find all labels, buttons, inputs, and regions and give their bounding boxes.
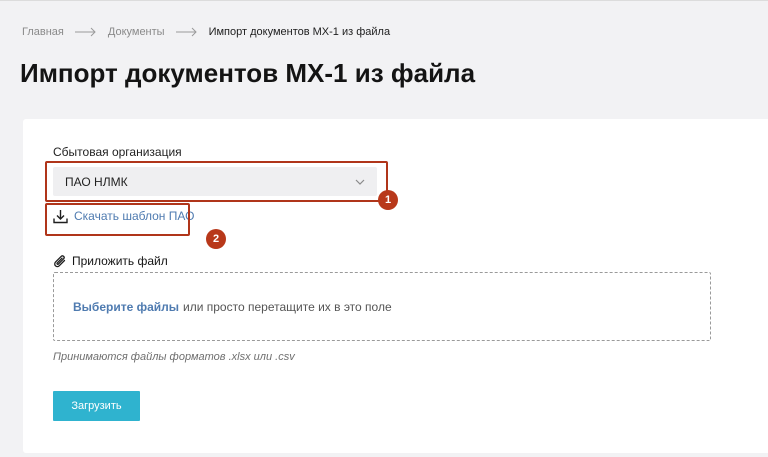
download-template-label: Скачать шаблон ПАО xyxy=(74,209,195,223)
choose-files-link[interactable]: Выберите файлы xyxy=(73,300,179,314)
paperclip-icon xyxy=(54,254,66,267)
arrow-right-icon xyxy=(74,27,96,37)
top-divider xyxy=(0,0,768,1)
annotation-badge-2: 2 xyxy=(206,229,226,249)
file-dropzone[interactable]: Выберите файлы или просто перетащите их … xyxy=(53,272,711,341)
org-select[interactable]: ПАО НЛМК xyxy=(53,167,377,196)
upload-button[interactable]: Загрузить xyxy=(53,391,140,421)
page-title: Импорт документов МХ-1 из файла xyxy=(20,58,476,88)
annotation-badge-1: 1 xyxy=(378,190,398,210)
org-select-value: ПАО НЛМК xyxy=(65,174,128,189)
attach-file-label: Приложить файл xyxy=(53,252,168,270)
org-select-label: Сбытовая организация xyxy=(53,145,182,159)
download-icon xyxy=(53,209,68,223)
download-template-link[interactable]: Скачать шаблон ПАО xyxy=(53,207,194,225)
dropzone-hint-text: или просто перетащите их в это поле xyxy=(183,299,392,314)
chevron-down-icon xyxy=(355,179,365,185)
breadcrumb-home[interactable]: Главная xyxy=(22,26,64,38)
breadcrumb-documents[interactable]: Документы xyxy=(108,26,165,38)
file-format-hint: Принимаются файлы форматов .xlsx или .cs… xyxy=(53,351,295,363)
arrow-right-icon xyxy=(175,27,197,37)
attach-file-text: Приложить файл xyxy=(72,254,168,268)
breadcrumb-current: Импорт документов МХ-1 из файла xyxy=(208,26,391,38)
breadcrumb: Главная Документы Импорт документов МХ-1… xyxy=(22,26,390,38)
